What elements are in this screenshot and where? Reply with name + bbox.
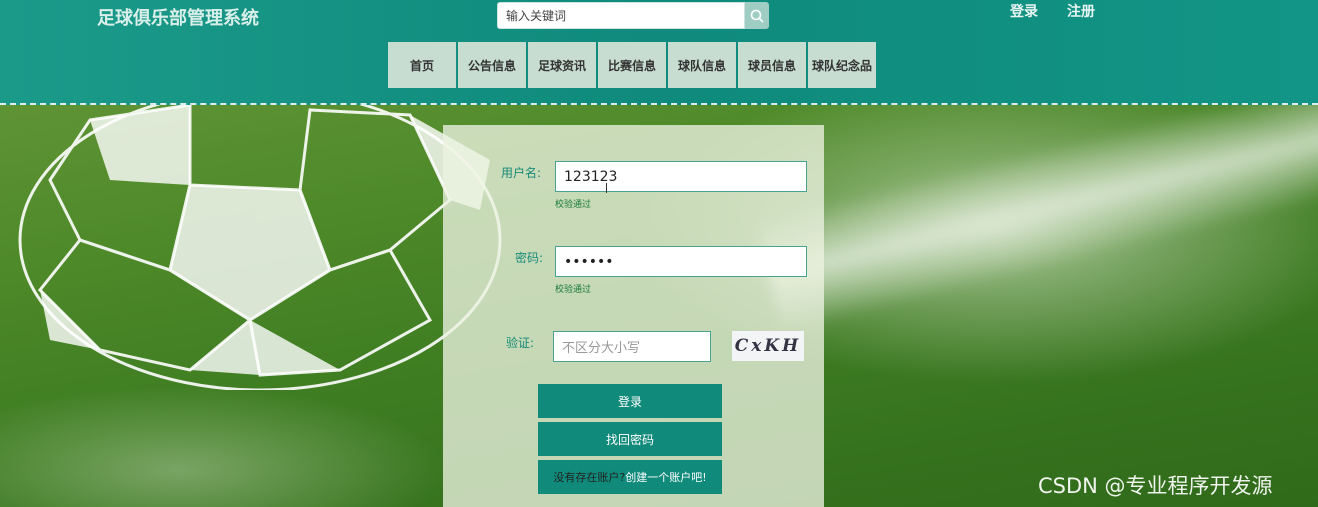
nav-announcements[interactable]: 公告信息 [458,42,526,88]
main-nav: 首页 公告信息 足球资讯 比赛信息 球队信息 球员信息 球队纪念品 [388,42,876,88]
field-line [754,64,1318,336]
search-bar [497,2,769,29]
top-header: 足球俱乐部管理系统 登录 注册 首页 公告信息 足球资讯 比赛信息 球队信息 球… [0,0,1318,105]
forgot-password-button[interactable]: 找回密码 [538,422,722,456]
nav-matches[interactable]: 比赛信息 [598,42,666,88]
register-link[interactable]: 注册 [1067,1,1095,21]
register-button[interactable]: 没有存在账户? 创建一个账户吧! [538,460,722,494]
site-title: 足球俱乐部管理系统 [97,8,259,28]
username-hint: 校验通过 [555,200,592,210]
search-icon [750,9,764,23]
nav-teams[interactable]: 球队信息 [668,42,736,88]
login-link[interactable]: 登录 [1010,1,1038,21]
search-button[interactable] [745,2,769,29]
nav-souvenirs[interactable]: 球队纪念品 [808,42,876,88]
password-input[interactable]: •••••• [555,246,807,277]
captcha-placeholder: 不区分大小写 [562,341,641,356]
register-action: 创建一个账户吧! [625,471,707,484]
password-hint: 校验通过 [555,285,592,295]
watermark: CSDN @专业程序开发源 [1038,474,1273,498]
register-prompt: 没有存在账户? [553,471,626,484]
nav-football-news[interactable]: 足球资讯 [528,42,596,88]
captcha-image[interactable]: CxKH [732,331,804,361]
captcha-input[interactable]: 不区分大小写 [553,331,711,362]
nav-players[interactable]: 球员信息 [738,42,806,88]
username-label: 用户名: [501,166,542,180]
nav-home[interactable]: 首页 [388,42,456,88]
password-label: 密码: [515,251,544,265]
username-input[interactable]: 123123 [555,161,807,192]
password-value: •••••• [564,253,614,270]
soccer-ball-illustration [18,90,502,390]
login-button[interactable]: 登录 [538,384,722,418]
captcha-label: 验证: [506,336,535,350]
search-input[interactable] [497,2,745,29]
username-value: 123123 [564,168,618,185]
mouse-cursor [606,183,607,193]
